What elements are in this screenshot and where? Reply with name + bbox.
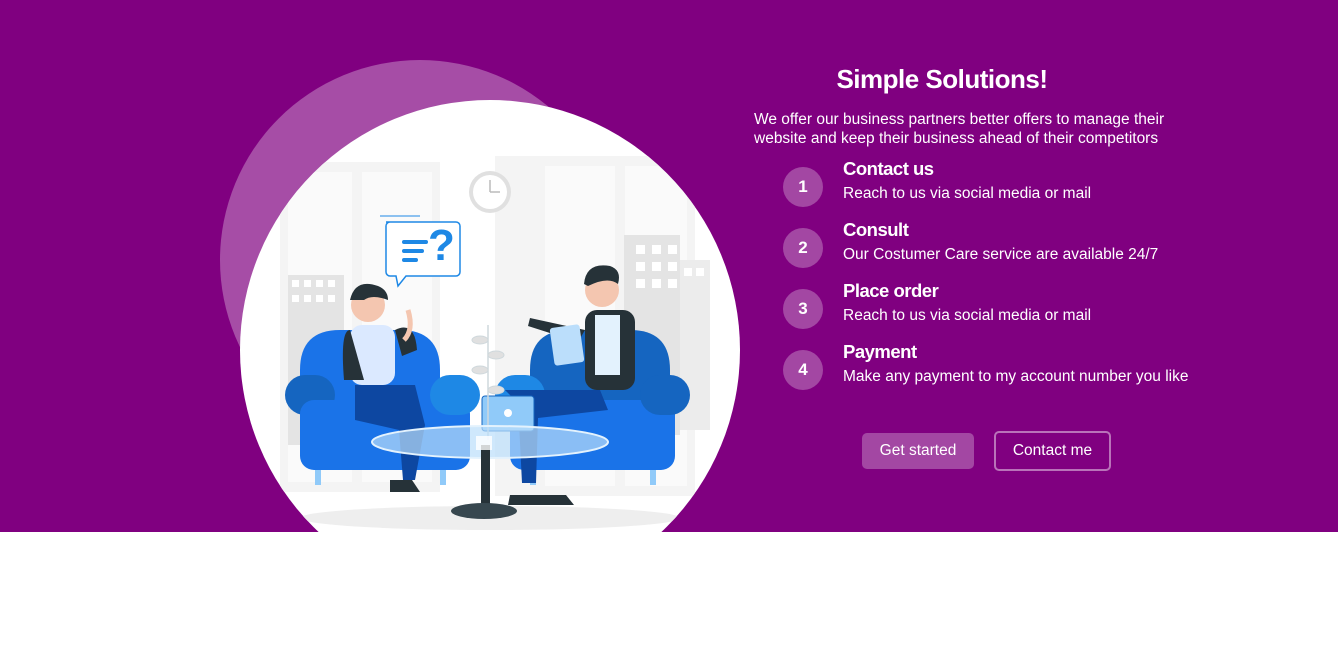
question-mark-glyph: ? (428, 221, 455, 270)
step-description: Our Costumer Care service are available … (843, 246, 1159, 263)
step-title: Place order (843, 280, 939, 301)
step-number-badge: 4 (783, 350, 823, 390)
step-number-badge: 1 (783, 167, 823, 207)
step-item: 1 Contact us Reach to us via social medi… (754, 158, 1194, 225)
step-description: Reach to us via social media or mail (843, 307, 1092, 324)
page-title: Simple Solutions! (836, 64, 1048, 94)
step-description: Make any payment to my account number yo… (843, 368, 1189, 385)
step-number-badge: 2 (783, 228, 823, 268)
step-number-badge: 3 (783, 289, 823, 329)
consultation-illustration: ? (240, 100, 740, 532)
hero-section: ? Simple Solutions! We offer our busines… (0, 0, 1338, 532)
steps-list: 1 Contact us Reach to us via social medi… (754, 158, 1194, 408)
intro-text: We offer our business partners better of… (754, 111, 1165, 147)
step-description: Reach to us via social media or mail (843, 185, 1092, 202)
step-item: 4 Payment Make any payment to my account… (754, 341, 1194, 408)
step-item: 2 Consult Our Costumer Care service are … (754, 219, 1194, 286)
solutions-panel: Simple Solutions! We offer our business … (754, 60, 1194, 408)
speech-bubble-icon: ? (380, 215, 461, 288)
get-started-button[interactable]: Get started (862, 433, 974, 469)
step-title: Payment (843, 341, 917, 362)
illustration-svg: ? (280, 156, 710, 530)
step-title: Consult (843, 219, 909, 240)
step-item: 3 Place order Reach to us via social med… (754, 280, 1194, 347)
contact-me-button[interactable]: Contact me (994, 431, 1111, 471)
wall-clock-icon (469, 171, 511, 213)
step-title: Contact us (843, 158, 934, 179)
